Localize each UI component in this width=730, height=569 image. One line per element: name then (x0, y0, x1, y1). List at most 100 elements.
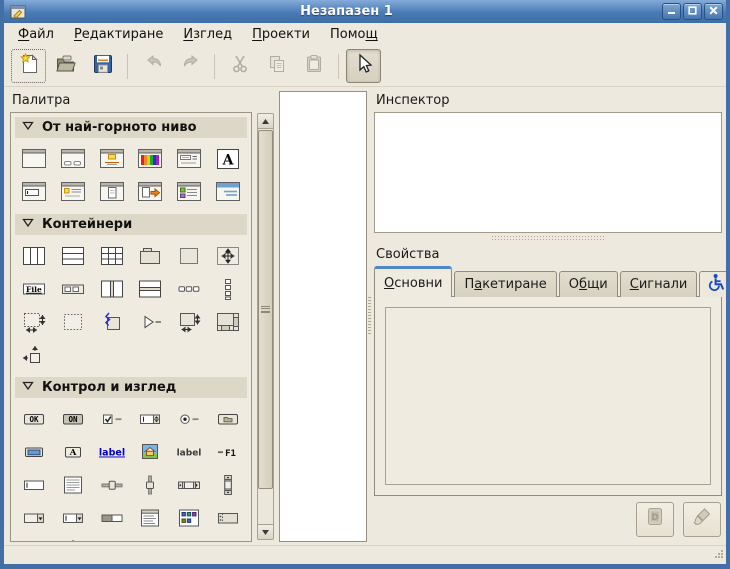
palette-item-message-box[interactable] (54, 175, 93, 208)
palette-item-color-button[interactable] (15, 435, 54, 468)
scrollbar-thumb[interactable] (258, 130, 273, 489)
palette-item-entry[interactable] (15, 468, 54, 501)
palette-item-button[interactable]: OK (15, 402, 54, 435)
palette-item-fixed[interactable] (208, 239, 247, 272)
palette-item-radio-button[interactable] (170, 402, 209, 435)
palette-item-file-chooser-button[interactable] (208, 402, 247, 435)
expander-triangle-icon (22, 380, 34, 395)
palette-item-table[interactable] (92, 239, 131, 272)
palette-item-tree-view[interactable] (131, 501, 170, 534)
menu-edit[interactable]: Редактиране (64, 25, 173, 44)
menu-help[interactable]: Помощ (320, 25, 388, 44)
palette-item-vscrollbar[interactable] (208, 468, 247, 501)
palette-item-menubar[interactable]: File (15, 272, 54, 305)
palette-item-label[interactable]: label (170, 435, 209, 468)
window-title: Незапазен 1 (31, 4, 662, 19)
palette-item-vpaned[interactable] (131, 272, 170, 305)
palette-item-file-selection-dialog[interactable] (170, 142, 209, 175)
palette-item-color-selection-dialog[interactable] (131, 142, 170, 175)
palette-item-toggle-button[interactable]: ON (54, 402, 93, 435)
tab-accessibility[interactable] (699, 271, 730, 297)
palette-item-hscale[interactable] (92, 468, 131, 501)
palette-item-hseparator[interactable] (15, 534, 54, 542)
palette-item-notebook[interactable] (131, 239, 170, 272)
palette-grid: A (15, 142, 247, 208)
section-header[interactable]: От най-горното ниво (15, 117, 247, 138)
palette-scrollbar[interactable] (257, 113, 274, 540)
minimize-icon (667, 4, 676, 19)
section-header[interactable]: Контейнери (15, 214, 247, 235)
new-button[interactable] (11, 49, 46, 83)
maximize-button[interactable] (683, 3, 702, 20)
palette-item-spin-button[interactable] (131, 402, 170, 435)
paned-vertical-handle[interactable] (368, 297, 371, 335)
inspector-tree[interactable] (374, 112, 722, 233)
palette-item-about-dialog[interactable] (92, 175, 131, 208)
palette-item-image[interactable] (131, 435, 170, 468)
palette-item-link-button[interactable]: label (92, 435, 131, 468)
open-button[interactable] (48, 49, 83, 83)
design-canvas[interactable] (279, 91, 367, 542)
save-button[interactable] (85, 49, 120, 83)
palette-item-handlebox[interactable] (92, 305, 131, 338)
palette-item-accel-label[interactable]: F1 (208, 435, 247, 468)
palette-item-font-button[interactable]: A (54, 435, 93, 468)
scrollbar-track[interactable] (258, 129, 273, 524)
palette-item-viewport[interactable] (54, 305, 93, 338)
palette-item-statusbar-widget[interactable] (92, 534, 131, 542)
minimize-button[interactable] (662, 3, 681, 20)
palette-item-icon-view[interactable] (170, 501, 209, 534)
palette-item-combo-box[interactable] (15, 501, 54, 534)
palette-item-hbox[interactable] (15, 239, 54, 272)
palette-item-toolbar[interactable] (54, 272, 93, 305)
palette-item-dialog[interactable] (54, 142, 93, 175)
palette-item-layout[interactable] (170, 305, 209, 338)
grip-dots-icon (713, 548, 724, 559)
scroll-down-button[interactable] (258, 524, 273, 539)
palette-item-cell-view[interactable] (208, 501, 247, 534)
section-header[interactable]: Контрол и изглед (15, 377, 247, 398)
right-panel: Инспектор Свойства ОсновниПакетиранеОбщи… (367, 89, 722, 542)
palette-item-vbox[interactable] (54, 239, 93, 272)
menu-view[interactable]: Изглед (173, 25, 242, 44)
palette-item-message-dialog[interactable] (92, 142, 131, 175)
paned-horizontal-handle[interactable] (374, 233, 722, 243)
palette-item-input-dialog[interactable] (15, 175, 54, 208)
close-button[interactable] (704, 3, 723, 20)
tab-general[interactable]: Основни (374, 266, 452, 297)
resize-grip[interactable] (713, 548, 724, 563)
palette-item-file-chooser-dialog[interactable] (131, 175, 170, 208)
tab-signals[interactable]: Сигнали (620, 271, 698, 297)
palette-item-hpaned[interactable] (92, 272, 131, 305)
palette-item-assistant[interactable] (208, 175, 247, 208)
palette-item-progress-bar[interactable] (92, 501, 131, 534)
toolbar-separator (127, 54, 128, 79)
palette-item-vbuttonbox[interactable] (208, 272, 247, 305)
palette-item-scrolledwindow[interactable] (15, 305, 54, 338)
titlebar[interactable]: Незапазен 1 (4, 0, 726, 23)
tab-common[interactable]: Общи (559, 271, 618, 297)
palette-item-alignment[interactable] (15, 338, 54, 371)
palette-item-vscale[interactable] (131, 468, 170, 501)
new-icon (17, 52, 41, 80)
scroll-up-button[interactable] (258, 114, 273, 129)
toolbar-separator (338, 54, 339, 79)
tab-packing[interactable]: Пакетиране (454, 271, 556, 297)
palette-item-hscrollbar[interactable] (170, 468, 209, 501)
palette-item-window[interactable] (15, 142, 54, 175)
thumb-grip (261, 306, 270, 313)
palette-item-vseparator[interactable] (54, 534, 93, 542)
palette-item-text-view[interactable] (54, 468, 93, 501)
palette-item-scrolled-corner[interactable] (208, 305, 247, 338)
palette-item-combo-box-entry[interactable] (54, 501, 93, 534)
palette-item-check-button[interactable] (92, 402, 131, 435)
menu-projects[interactable]: Проекти (242, 25, 320, 44)
palette-item-font-selection-dialog[interactable]: A (208, 142, 247, 175)
palette-item-expander[interactable] (131, 305, 170, 338)
selector-button[interactable] (346, 49, 381, 83)
palette-item-hbuttonbox[interactable] (170, 272, 209, 305)
palette-item-frame[interactable] (170, 239, 209, 272)
menu-file[interactable]: Файл (8, 25, 64, 44)
palette-item-recent-chooser-dialog[interactable] (170, 175, 209, 208)
palette-grid: File (15, 239, 247, 371)
